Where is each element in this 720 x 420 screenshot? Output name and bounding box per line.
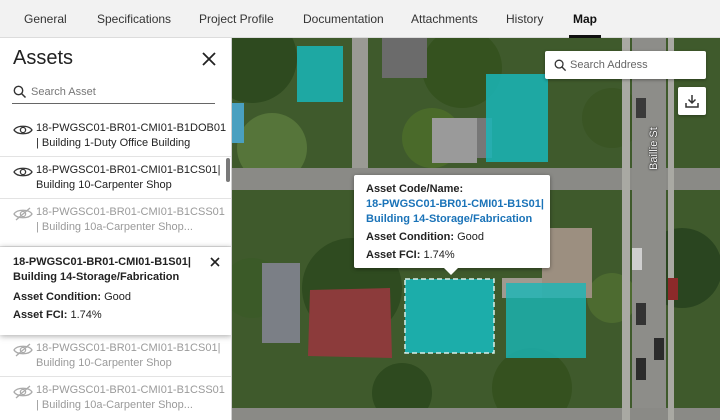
tab-general[interactable]: General [24,0,67,38]
selected-asset-condition: Asset Condition: Good [13,291,131,303]
eye-icon[interactable] [13,123,33,137]
selected-asset-name: Building 14-Storage/Fabrication [13,271,180,283]
asset-code: 18-PWGSC01-BR01-CMI01-B1CSS01 [36,384,225,396]
list-item[interactable]: 18-PWGSC01-BR01-CMI01-B1CSS01 | Building… [0,199,231,247]
asset-search [12,80,215,104]
asset-name: Building 10-Carpenter Shop [36,179,172,191]
asset-name: | Building 10a-Carpenter Shop... [36,399,193,411]
close-icon[interactable] [200,50,218,68]
close-icon[interactable] [209,256,221,268]
asset-code: 18-PWGSC01-BR01-CMI01-B1DOB01 [36,122,227,134]
search-icon [554,59,567,72]
tab-documentation[interactable]: Documentation [303,0,384,38]
assets-sidebar: Assets 18-PWGSC01-BR01-CMI01-B1DOB01 | B… [0,38,232,420]
eye-off-icon[interactable] [13,343,33,357]
popup-asset-name-link[interactable]: Building 14-Storage/Fabrication [366,213,532,225]
popup-condition: Asset Condition: Good [366,231,484,243]
list-item[interactable]: 18-PWGSC01-BR01-CMI01-B1CS01| Building 1… [0,335,231,377]
street-label: Baillie St [648,127,660,170]
search-icon [13,85,27,99]
scrollbar[interactable] [226,158,230,182]
tab-project-profile[interactable]: Project Profile [199,0,274,38]
eye-off-icon[interactable] [13,207,33,221]
eye-off-icon[interactable] [13,385,33,399]
map-view[interactable]: Baillie St Asset Code/Name: 18-PWGSC01-B… [232,38,720,420]
selected-asset-fci: Asset FCI: 1.74% [13,309,102,321]
popup-code-label: Asset Code/Name: [366,183,464,195]
tab-specifications[interactable]: Specifications [97,0,171,38]
list-item[interactable]: 18-PWGSC01-BR01-CMI01-B1CS01| Building 1… [0,157,231,199]
popup-asset-code-link[interactable]: 18-PWGSC01-BR01-CMI01-B1S01| [366,198,544,210]
asset-name: | Building 1-Duty Office Building [36,137,191,149]
asset-code: 18-PWGSC01-BR01-CMI01-B1CSS01 [36,206,225,218]
asset-name: Building 10-Carpenter Shop [36,357,172,369]
asset-search-input[interactable] [31,82,211,102]
list-item[interactable]: 18-PWGSC01-BR01-CMI01-B1CSS01 | Building… [0,377,231,420]
selected-asset-code: 18-PWGSC01-BR01-CMI01-B1S01| [13,256,191,268]
list-item[interactable]: 18-PWGSC01-BR01-CMI01-B1DOB01 | Building… [0,115,231,157]
eye-icon[interactable] [13,165,33,179]
download-icon [685,95,699,108]
asset-popup: Asset Code/Name: 18-PWGSC01-BR01-CMI01-B… [354,175,550,275]
asset-code: 18-PWGSC01-BR01-CMI01-B1CS01| [36,164,221,176]
address-search [545,51,706,79]
tab-bar: General Specifications Project Profile D… [0,0,720,38]
address-search-input[interactable] [570,55,700,75]
tab-attachments[interactable]: Attachments [411,0,478,38]
tab-map[interactable]: Map [569,0,601,38]
popup-fci: Asset FCI: 1.74% [366,249,455,261]
tab-history[interactable]: History [506,0,543,38]
sidebar-title: Assets [13,47,74,69]
asset-name: | Building 10a-Carpenter Shop... [36,221,193,233]
download-button[interactable] [678,87,706,115]
asset-code: 18-PWGSC01-BR01-CMI01-B1CS01| [36,342,221,354]
selected-asset-card: 18-PWGSC01-BR01-CMI01-B1S01| Building 14… [0,247,231,335]
